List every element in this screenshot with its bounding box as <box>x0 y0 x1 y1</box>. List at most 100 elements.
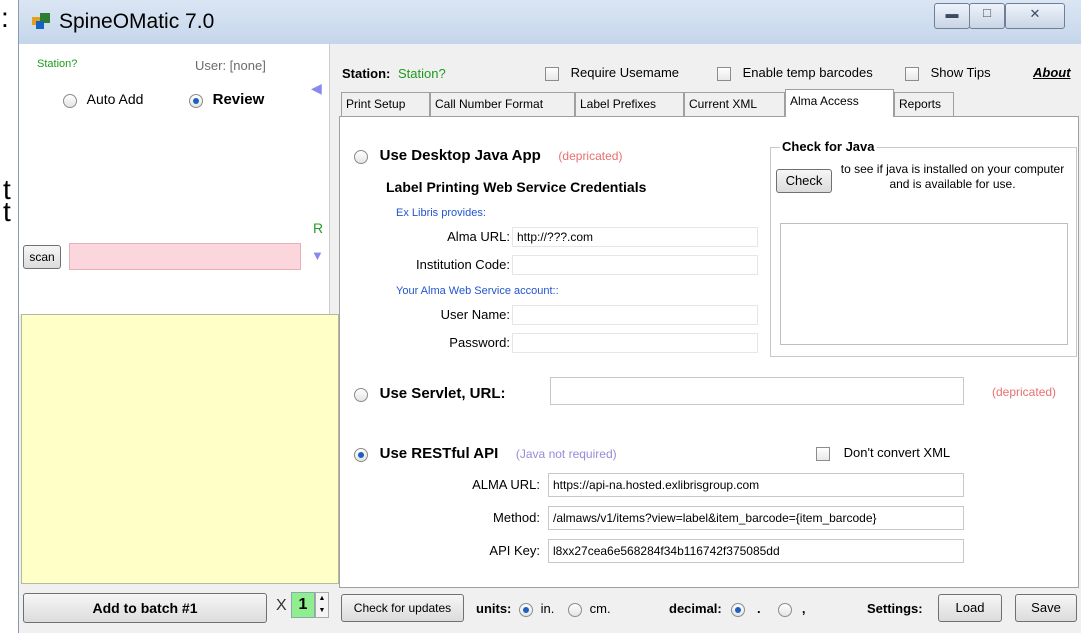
servlet-radio[interactable] <box>354 387 368 402</box>
decimal-comma-radio[interactable] <box>778 602 793 617</box>
rest-url-label: ALMA URL: <box>472 477 540 492</box>
servlet-url-input[interactable] <box>550 377 964 405</box>
user-label: User: [none] <box>195 58 266 73</box>
units-in-radio[interactable] <box>519 602 534 617</box>
institution-label: Institution Code: <box>416 257 510 272</box>
tab-print-setup[interactable]: Print Setup <box>341 92 430 116</box>
institution-input[interactable] <box>512 255 758 275</box>
decimal-dot-radio[interactable] <box>731 602 746 617</box>
account-label: Your Alma Web Service account:: <box>396 285 559 297</box>
check-java-button[interactable]: Check <box>776 169 832 193</box>
settings-label: Settings: <box>867 601 923 616</box>
servlet-option[interactable]: Use Servlet, URL: <box>354 385 506 402</box>
servlet-note: (depricated) <box>992 385 1057 399</box>
load-button[interactable]: Load <box>938 594 1002 622</box>
batch-stepper[interactable]: ▲ ▼ <box>315 592 329 618</box>
units-cm-label: cm. <box>589 601 611 616</box>
alma-access-panel: Use Desktop Java App (depricated) Label … <box>339 116 1079 588</box>
restful-option[interactable]: Use RESTful API (Java not required) <box>354 445 617 462</box>
tab-alma-access[interactable]: Alma Access <box>785 89 894 117</box>
review-option[interactable]: Review <box>189 91 264 108</box>
alma-url-label: Alma URL: <box>447 229 510 244</box>
tab-reports[interactable]: Reports <box>894 92 954 116</box>
credentials-title: Label Printing Web Service Credentials <box>386 179 647 195</box>
auto-add-radio[interactable] <box>63 93 77 108</box>
restful-label: Use RESTful API <box>379 445 499 462</box>
desktop-java-radio[interactable] <box>354 149 368 164</box>
stepper-down-icon[interactable]: ▼ <box>316 605 328 617</box>
edge-glyph: t <box>3 196 11 227</box>
servlet-label: Use Servlet, URL: <box>379 385 506 402</box>
password-input[interactable] <box>512 333 758 353</box>
tab-label-prefixes[interactable]: Label Prefixes <box>575 92 684 116</box>
r-indicator: R <box>313 220 324 236</box>
dont-convert-checkbox[interactable] <box>816 446 830 461</box>
enable-temp-checkbox[interactable] <box>717 66 731 81</box>
add-to-batch-button[interactable]: Add to batch #1 <box>23 593 267 623</box>
check-updates-button[interactable]: Check for updates <box>341 594 464 622</box>
maximize-icon: □ <box>983 5 991 20</box>
require-username-option[interactable]: Require Usemame <box>545 65 679 81</box>
review-area[interactable] <box>21 314 339 584</box>
review-radio[interactable] <box>189 93 203 108</box>
auto-add-label: Auto Add <box>86 91 144 107</box>
decimal-label: decimal: <box>669 601 722 616</box>
method-input[interactable]: /almaws/v1/items?view=label&item_barcode… <box>548 506 964 530</box>
show-tips-option[interactable]: Show Tips <box>905 65 991 81</box>
units-cm-radio[interactable] <box>568 602 582 617</box>
enable-temp-label: Enable temp barcodes <box>742 65 873 80</box>
scan-input[interactable] <box>69 243 301 270</box>
station-label: Station: <box>342 66 391 81</box>
station-value: Station? <box>398 66 446 81</box>
about-link[interactable]: About <box>1033 65 1071 80</box>
dont-convert-option[interactable]: Don't convert XML <box>816 445 950 461</box>
method-label: Method: <box>493 510 540 525</box>
maximize-button[interactable]: □ <box>969 3 1005 29</box>
station-indicator: Station? <box>37 58 78 70</box>
exlibris-provides: Ex Libris provides: <box>396 207 486 219</box>
units-group: units: in. cm. <box>476 601 611 617</box>
auto-add-option[interactable]: Auto Add <box>63 91 143 108</box>
check-java-description: to see if java is installed on your comp… <box>840 162 1065 191</box>
alma-url-input[interactable]: http://???.com <box>512 227 758 247</box>
minimize-icon: ▬ <box>945 6 959 21</box>
minimize-button[interactable]: ▬ <box>934 3 970 29</box>
title-bar: SpineOMatic 7.0 ▬ □ ✕ <box>19 0 1081 44</box>
dont-convert-label: Don't convert XML <box>843 445 951 460</box>
stepper-up-icon[interactable]: ▲ <box>316 593 328 605</box>
collapse-arrow-icon[interactable]: ◀ <box>311 80 322 97</box>
units-label: units: <box>476 601 512 616</box>
require-username-label: Require Usemame <box>570 65 679 80</box>
desktop-java-option[interactable]: Use Desktop Java App (depricated) <box>354 147 622 164</box>
close-icon: ✕ <box>1029 6 1041 21</box>
review-label: Review <box>212 91 265 108</box>
tab-current-xml[interactable]: Current XML <box>684 92 785 116</box>
decimal-dot-label: . <box>757 601 761 616</box>
require-username-checkbox[interactable] <box>545 66 559 81</box>
save-button[interactable]: Save <box>1015 594 1077 622</box>
x-label: X <box>276 597 287 614</box>
username-label: User Name: <box>440 307 510 322</box>
desktop-java-note: (depricated) <box>558 149 623 163</box>
password-label: Password: <box>449 335 510 350</box>
rest-url-input[interactable]: https://api-na.hosted.exlibrisgroup.com <box>548 473 964 497</box>
edge-glyph: : <box>1 2 9 33</box>
scan-button[interactable]: scan <box>23 245 61 269</box>
username-input[interactable] <box>512 305 758 325</box>
units-in-label: in. <box>540 601 555 616</box>
check-java-title: Check for Java <box>780 139 877 154</box>
show-tips-label: Show Tips <box>930 65 991 80</box>
batch-count-field[interactable]: 1 <box>291 592 315 618</box>
show-tips-checkbox[interactable] <box>905 66 919 81</box>
station-row: Station: Station? <box>342 66 446 81</box>
window-title: SpineOMatic 7.0 <box>59 10 215 33</box>
restful-radio[interactable] <box>354 447 368 462</box>
dropdown-arrow-icon[interactable]: ▼ <box>311 248 324 263</box>
app-icon <box>32 13 50 29</box>
apikey-input[interactable]: l8xx27cea6e568284f34b116742f375085dd <box>548 539 964 563</box>
decimal-comma-label: , <box>801 601 806 616</box>
desktop-java-label: Use Desktop Java App <box>379 147 541 164</box>
close-button[interactable]: ✕ <box>1005 3 1065 29</box>
enable-temp-option[interactable]: Enable temp barcodes <box>717 65 873 81</box>
tab-call-number-format[interactable]: Call Number Format <box>430 92 575 116</box>
